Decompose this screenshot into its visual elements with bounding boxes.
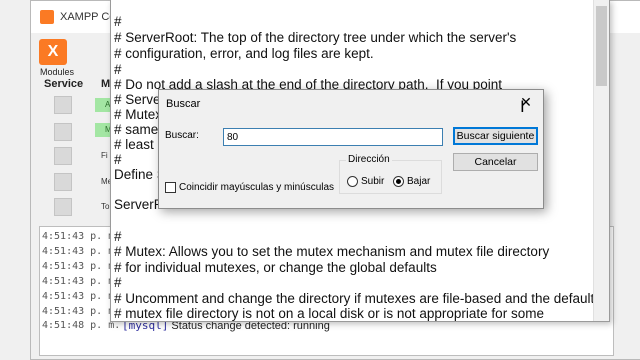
match-case-checkbox[interactable] xyxy=(165,182,176,193)
service-checkbox[interactable] xyxy=(54,147,72,165)
find-label: Buscar: xyxy=(165,130,199,141)
service-column-header: Service xyxy=(44,78,84,90)
editor-line: # ServerRoot: The top of the directory t… xyxy=(114,30,517,45)
log-timestamp: 4:51:43 p. m. xyxy=(42,276,121,287)
vertical-scrollbar[interactable] xyxy=(593,0,609,321)
log-timestamp: 4:51:43 p. m. xyxy=(42,246,121,257)
direction-down-radio[interactable] xyxy=(393,176,404,187)
xampp-app-icon xyxy=(40,10,54,24)
editor-line: # Mutex: Allows you to set the mutex mec… xyxy=(114,244,550,259)
service-checkbox[interactable] xyxy=(54,198,72,216)
xampp-window-title: XAMPP Co xyxy=(60,11,116,23)
module-name-filezilla: Fi xyxy=(101,151,108,160)
xampp-logo-icon: X xyxy=(39,39,67,65)
direction-up-label: Subir xyxy=(361,176,385,187)
service-checkbox[interactable] xyxy=(54,173,72,191)
find-dialog: Buscar ✕ Buscar: Buscar siguiente Cancel… xyxy=(158,89,544,209)
direction-label: Dirección xyxy=(346,154,392,165)
close-icon[interactable]: ✕ xyxy=(515,93,537,111)
log-timestamp: 4:51:43 p. m. xyxy=(42,261,121,272)
dialog-title: Buscar xyxy=(166,98,201,110)
editor-line: ServerR xyxy=(114,197,164,212)
match-case-label: Coincidir mayúsculas y minúsculas xyxy=(179,182,335,193)
modules-label: Modules xyxy=(40,67,75,77)
text-cursor-icon: I xyxy=(520,97,525,116)
editor-line: # mutex file directory is not on a local… xyxy=(114,306,544,321)
service-checkbox[interactable] xyxy=(54,96,72,114)
direction-down-label: Bajar xyxy=(407,176,431,187)
log-timestamp: 4:51:48 p. m. xyxy=(42,320,121,331)
editor-line: # xyxy=(114,14,122,29)
find-next-button[interactable]: Buscar siguiente xyxy=(453,127,538,145)
editor-line: # xyxy=(114,275,122,290)
direction-up-radio[interactable] xyxy=(347,176,358,187)
log-timestamp: 4:51:43 p. m. xyxy=(42,306,121,317)
module-name-tomcat: To xyxy=(101,202,110,211)
module-column-header: M xyxy=(101,78,111,90)
cancel-button[interactable]: Cancelar xyxy=(453,153,538,171)
editor-line: # for individual mutexes, or change the … xyxy=(114,260,437,275)
log-timestamp: 4:51:43 p. m. xyxy=(42,291,121,302)
find-input[interactable] xyxy=(223,128,443,146)
service-checkbox[interactable] xyxy=(54,123,72,141)
log-timestamp: 4:51:43 p. m. xyxy=(42,231,121,242)
scrollbar-thumb[interactable] xyxy=(596,6,607,86)
editor-line: # configuration, error, and log files ar… xyxy=(114,46,374,61)
